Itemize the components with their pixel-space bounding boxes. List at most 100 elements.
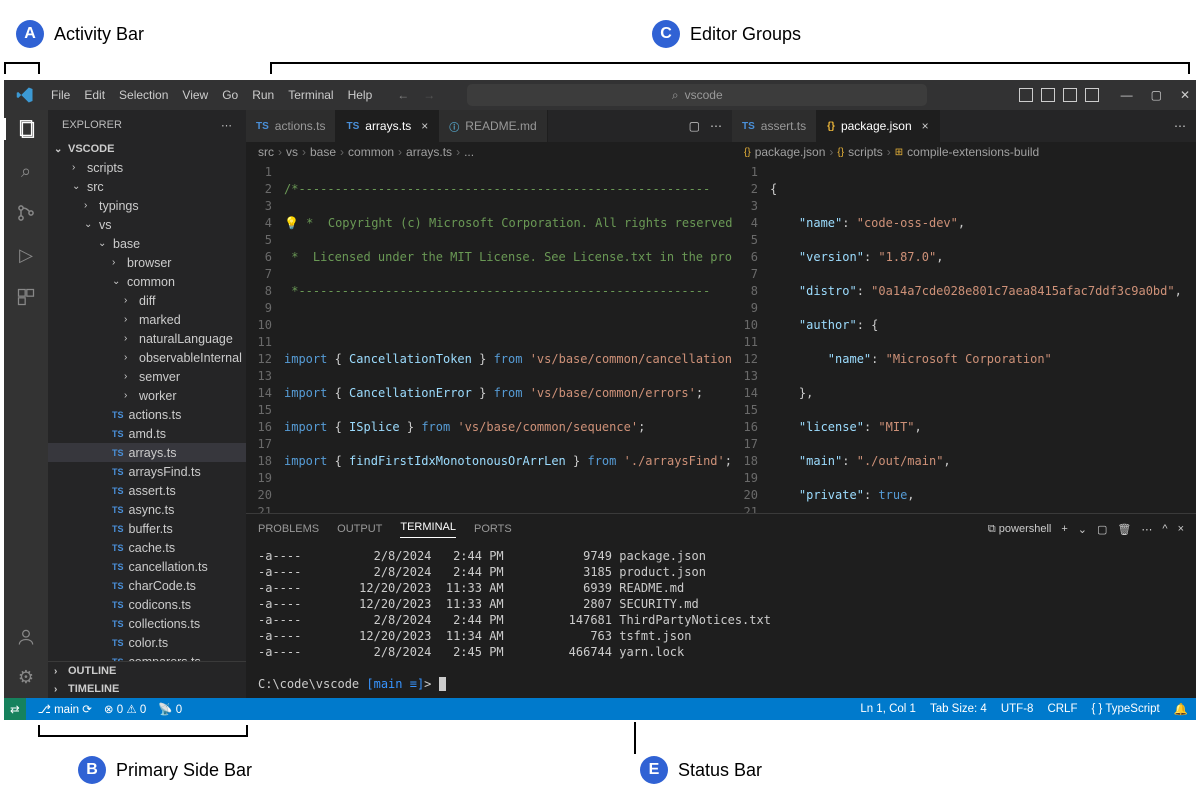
breadcrumb-item[interactable]: base [310, 145, 336, 159]
tree-item-collections-ts[interactable]: TScollections.ts [48, 614, 246, 633]
tree-item-comparers-ts[interactable]: TScomparers.ts [48, 652, 246, 661]
tab-close-icon[interactable]: × [922, 119, 929, 133]
tree-item-marked[interactable]: ›marked [48, 310, 246, 329]
tree-item-arraysFind-ts[interactable]: TSarraysFind.ts [48, 462, 246, 481]
activity-account-icon[interactable] [15, 626, 37, 648]
editor-body-1[interactable]: 1234567891011121314151617181920212223 /*… [246, 162, 732, 513]
activity-extensions-icon[interactable] [15, 286, 37, 308]
menu-terminal[interactable]: Terminal [281, 84, 340, 106]
code-1[interactable]: /*--------------------------------------… [284, 162, 732, 513]
nav-forward-icon[interactable]: → [423, 88, 435, 102]
layout-icon-2[interactable] [1041, 88, 1055, 102]
panel-tab-terminal[interactable]: TERMINAL [400, 521, 456, 538]
activity-debug-icon[interactable]: ▷ [15, 244, 37, 266]
tree-item-worker[interactable]: ›worker [48, 386, 246, 405]
tree-item-common[interactable]: ⌄common [48, 272, 246, 291]
panel-tab-ports[interactable]: PORTS [474, 523, 512, 535]
activity-scm-icon[interactable] [15, 202, 37, 224]
tab-package-json[interactable]: {}package.json× [817, 110, 940, 142]
tree-item-arrays-ts[interactable]: TSarrays.ts [48, 443, 246, 462]
status-ports[interactable]: 📡 0 [158, 702, 182, 716]
tree-item-codicons-ts[interactable]: TScodicons.ts [48, 595, 246, 614]
status-branch[interactable]: ⎇ main ⟳ [38, 702, 92, 716]
maximize-icon[interactable]: ▢ [1151, 88, 1162, 102]
layout-icon-4[interactable] [1085, 88, 1099, 102]
activity-explorer-icon[interactable] [4, 118, 48, 140]
tree-item-cache-ts[interactable]: TScache.ts [48, 538, 246, 557]
sidebar-root[interactable]: ⌄ VSCODE [48, 140, 246, 158]
trash-icon[interactable]: 🗑 [1117, 523, 1131, 536]
tab-arrays-ts[interactable]: TSarrays.ts× [336, 110, 439, 142]
menu-go[interactable]: Go [215, 84, 245, 106]
more-icon[interactable]: ⋯ [1174, 119, 1186, 133]
tree-item-assert-ts[interactable]: TSassert.ts [48, 481, 246, 500]
remote-indicator[interactable]: ⇄ [4, 698, 26, 720]
tab-assert-ts[interactable]: TSassert.ts [732, 110, 817, 142]
status-problems[interactable]: ⊗ 0 ⚠ 0 [104, 702, 146, 716]
tree-item-src[interactable]: ⌄src [48, 177, 246, 196]
activity-search-icon[interactable]: ⌕ [15, 160, 37, 182]
layout-icon-1[interactable] [1019, 88, 1033, 102]
breadcrumb-item[interactable]: src [258, 145, 274, 159]
nav-back-icon[interactable]: ← [397, 88, 409, 102]
tree-item-charCode-ts[interactable]: TScharCode.ts [48, 576, 246, 595]
menu-view[interactable]: View [175, 84, 215, 106]
activity-settings-icon[interactable]: ⚙ [15, 666, 37, 688]
terminal-dropdown-icon[interactable]: ⌄ [1078, 523, 1087, 536]
tree-item-browser[interactable]: ›browser [48, 253, 246, 272]
breadcrumb-item[interactable]: compile-extensions-build [907, 145, 1039, 159]
tree-item-buffer-ts[interactable]: TSbuffer.ts [48, 519, 246, 538]
status-encoding[interactable]: UTF-8 [1001, 703, 1034, 715]
command-center[interactable]: ⌕ vscode [467, 84, 927, 106]
editor-body-2[interactable]: 12345678910111213141516171819202122 { "n… [732, 162, 1196, 513]
code-2[interactable]: { "name": "code-oss-dev", "version": "1.… [770, 162, 1196, 513]
status-cursor[interactable]: Ln 1, Col 1 [860, 703, 916, 715]
tree-item-async-ts[interactable]: TSasync.ts [48, 500, 246, 519]
split-icon[interactable]: ▢ [689, 119, 700, 133]
menu-file[interactable]: File [44, 84, 77, 106]
panel-more-icon[interactable]: ⋯ [1141, 523, 1152, 536]
tab-README-md[interactable]: ⓘREADME.md [439, 110, 547, 142]
tree-item-color-ts[interactable]: TScolor.ts [48, 633, 246, 652]
breadcrumb-item[interactable]: common [348, 145, 394, 159]
terminal[interactable]: -a---- 2/8/2024 2:44 PM 9749 package.jso… [246, 544, 1196, 698]
tree-item-scripts[interactable]: ›scripts [48, 158, 246, 177]
sidebar-more-icon[interactable]: ⋯ [221, 119, 232, 132]
tree-item-vs[interactable]: ⌄vs [48, 215, 246, 234]
status-lang[interactable]: { } TypeScript [1091, 703, 1159, 715]
breadcrumb-item[interactable]: ... [464, 145, 474, 159]
tree-item-typings[interactable]: ›typings [48, 196, 246, 215]
breadcrumb-1[interactable]: src›vs›base›common›arrays.ts›... [246, 142, 732, 162]
panel-max-icon[interactable]: ^ [1162, 523, 1167, 535]
tree-item-observableInternal[interactable]: ›observableInternal [48, 348, 246, 367]
panel-close-icon[interactable]: × [1178, 523, 1184, 535]
layout-icon-3[interactable] [1063, 88, 1077, 102]
outline-section[interactable]: › OUTLINE [48, 662, 246, 680]
menu-run[interactable]: Run [245, 84, 281, 106]
status-tabsize[interactable]: Tab Size: 4 [930, 703, 987, 715]
breadcrumb-item[interactable]: arrays.ts [406, 145, 452, 159]
menu-edit[interactable]: Edit [77, 84, 112, 106]
minimize-icon[interactable]: — [1121, 88, 1133, 102]
new-terminal-icon[interactable]: + [1061, 523, 1067, 535]
terminal-shell[interactable]: ⧉ powershell [988, 523, 1052, 536]
tree-item-semver[interactable]: ›semver [48, 367, 246, 386]
tree-item-naturalLanguage[interactable]: ›naturalLanguage [48, 329, 246, 348]
breadcrumb-item[interactable]: package.json [755, 145, 826, 159]
breadcrumb-item[interactable]: scripts [848, 145, 883, 159]
tree-item-cancellation-ts[interactable]: TScancellation.ts [48, 557, 246, 576]
tree-item-actions-ts[interactable]: TSactions.ts [48, 405, 246, 424]
tree-item-diff[interactable]: ›diff [48, 291, 246, 310]
menu-selection[interactable]: Selection [112, 84, 175, 106]
breadcrumb-2[interactable]: {} package.json›{} scripts›⊞ compile-ext… [732, 142, 1196, 162]
tab-close-icon[interactable]: × [421, 119, 428, 133]
lightbulb-icon[interactable]: 💡 [284, 216, 299, 230]
timeline-section[interactable]: › TIMELINE [48, 680, 246, 698]
tab-actions-ts[interactable]: TSactions.ts [246, 110, 336, 142]
terminal-prompt[interactable]: C:\code\vscode [main ≡]> [258, 676, 1184, 692]
tree-item-amd-ts[interactable]: TSamd.ts [48, 424, 246, 443]
status-bell-icon[interactable]: 🔔 [1174, 702, 1188, 716]
close-icon[interactable]: ✕ [1180, 88, 1190, 102]
breadcrumb-item[interactable]: vs [286, 145, 298, 159]
tree-item-base[interactable]: ⌄base [48, 234, 246, 253]
